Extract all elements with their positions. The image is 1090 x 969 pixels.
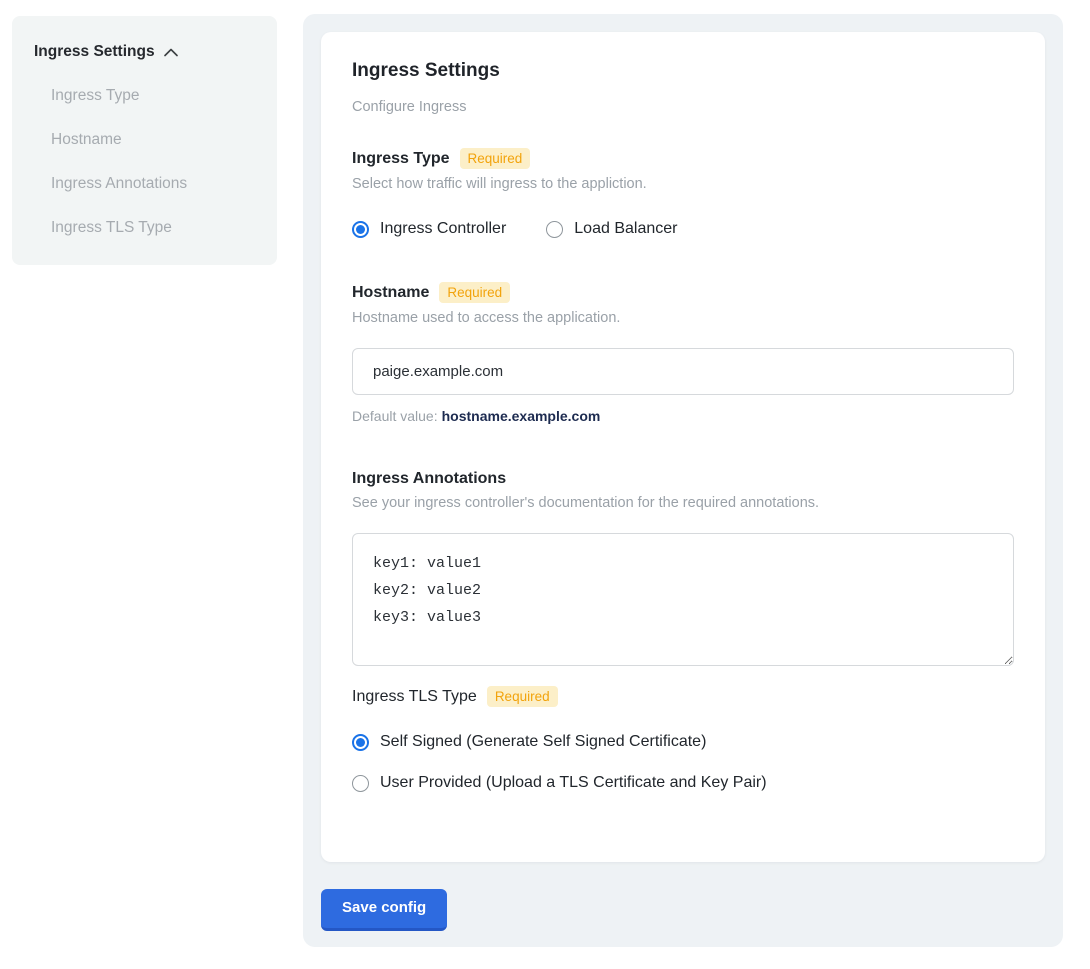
radio-label: User Provided (Upload a TLS Certificate … [380, 774, 767, 792]
ingress-type-label: Ingress Type [352, 150, 450, 168]
sidebar-item-ingress-annotations[interactable]: Ingress Annotations [51, 175, 277, 193]
ingress-annotations-label: Ingress Annotations [352, 470, 506, 488]
chevron-up-icon [164, 48, 178, 57]
ingress-tls-type-label: Ingress TLS Type [352, 688, 477, 706]
settings-sidebar: Ingress Settings Ingress Type Hostname I… [12, 16, 277, 265]
ingress-annotations-description: See your ingress controller's documentat… [352, 495, 1014, 511]
ingress-annotations-textarea[interactable]: key1: value1 key2: value2 key3: value3 [352, 533, 1014, 666]
radio-unselected-icon [352, 775, 369, 792]
ingress-settings-panel: Ingress Settings Configure Ingress Ingre… [303, 14, 1063, 947]
sidebar-item-ingress-tls-type[interactable]: Ingress TLS Type [51, 219, 277, 237]
required-badge: Required [460, 148, 531, 169]
radio-selected-icon [352, 734, 369, 751]
radio-label: Load Balancer [574, 220, 677, 238]
radio-selected-icon [352, 221, 369, 238]
radio-user-provided[interactable]: User Provided (Upload a TLS Certificate … [352, 774, 1014, 792]
radio-load-balancer[interactable]: Load Balancer [546, 220, 677, 238]
sidebar-item-hostname[interactable]: Hostname [51, 131, 277, 149]
page-title: Ingress Settings [352, 60, 1014, 82]
radio-ingress-controller[interactable]: Ingress Controller [352, 220, 506, 238]
required-badge: Required [487, 686, 558, 707]
section-hostname: Hostname Required Hostname used to acces… [352, 282, 1014, 424]
required-badge: Required [439, 282, 510, 303]
hostname-label: Hostname [352, 284, 429, 302]
ingress-settings-card: Ingress Settings Configure Ingress Ingre… [321, 32, 1045, 862]
hostname-input[interactable] [352, 348, 1014, 395]
page-subtitle: Configure Ingress [352, 99, 1014, 115]
radio-unselected-icon [546, 221, 563, 238]
hostname-default-line: Default value:hostname.example.com [352, 408, 1014, 424]
sidebar-section-label: Ingress Settings [34, 43, 155, 61]
radio-label: Self Signed (Generate Self Signed Certif… [380, 733, 706, 751]
section-ingress-type: Ingress Type Required Select how traffic… [352, 148, 1014, 238]
radio-self-signed[interactable]: Self Signed (Generate Self Signed Certif… [352, 733, 1014, 751]
default-value-text: hostname.example.com [442, 408, 601, 424]
sidebar-item-ingress-type[interactable]: Ingress Type [51, 87, 277, 105]
section-ingress-tls-type: Ingress TLS Type Required Self Signed (G… [352, 686, 1014, 792]
sidebar-section-ingress-settings[interactable]: Ingress Settings [34, 43, 277, 61]
radio-label: Ingress Controller [380, 220, 506, 238]
save-config-button[interactable]: Save config [321, 889, 447, 931]
section-ingress-annotations: Ingress Annotations See your ingress con… [352, 470, 1014, 666]
ingress-type-description: Select how traffic will ingress to the a… [352, 176, 1014, 192]
default-value-label: Default value: [352, 408, 438, 424]
hostname-description: Hostname used to access the application. [352, 310, 1014, 326]
